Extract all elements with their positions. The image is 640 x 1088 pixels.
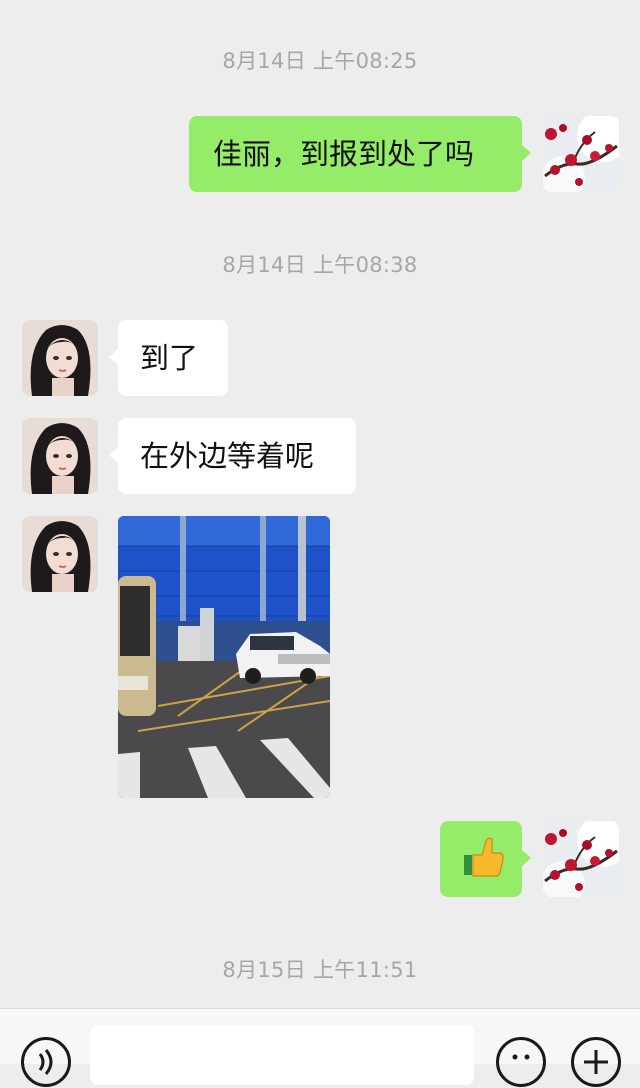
thumbs-up-icon (464, 837, 504, 877)
plum-blossom-avatar-icon (543, 116, 619, 192)
timestamp: 8月14日 上午08:38 (222, 253, 418, 277)
more-button[interactable] (571, 1037, 621, 1087)
plus-icon (584, 1050, 608, 1074)
emoji-button[interactable] (496, 1037, 546, 1087)
timestamp: 8月15日 上午11:51 (222, 958, 418, 982)
contact-message-bubble[interactable]: 在外边等着呢 (109, 418, 356, 494)
my-avatar[interactable] (543, 821, 619, 897)
voice-button[interactable] (21, 1037, 71, 1087)
my-message-bubble[interactable] (440, 821, 531, 897)
girl-avatar-icon (22, 516, 98, 592)
my-message-bubble[interactable]: 佳丽，到报到处了吗 (189, 116, 531, 192)
message-text: 佳丽，到报到处了吗 (213, 137, 475, 171)
photo-message[interactable] (118, 516, 330, 798)
emoji-icon (512, 1054, 530, 1060)
message-input[interactable] (90, 1025, 474, 1085)
message-text: 到了 (140, 341, 199, 375)
voice-icon (38, 1049, 53, 1075)
input-bar (0, 1008, 640, 1087)
timestamp: 8月14日 上午08:25 (222, 49, 418, 73)
message-text: 在外边等着呢 (140, 439, 315, 473)
building-photo-image (118, 516, 330, 798)
contact-avatar[interactable] (22, 320, 98, 396)
girl-avatar-icon (22, 418, 98, 494)
girl-avatar-icon (22, 320, 98, 396)
my-avatar[interactable] (543, 116, 619, 192)
contact-avatar[interactable] (22, 418, 98, 494)
plum-blossom-avatar-icon (543, 821, 619, 897)
contact-avatar[interactable] (22, 516, 98, 592)
contact-message-bubble[interactable]: 到了 (109, 320, 228, 396)
